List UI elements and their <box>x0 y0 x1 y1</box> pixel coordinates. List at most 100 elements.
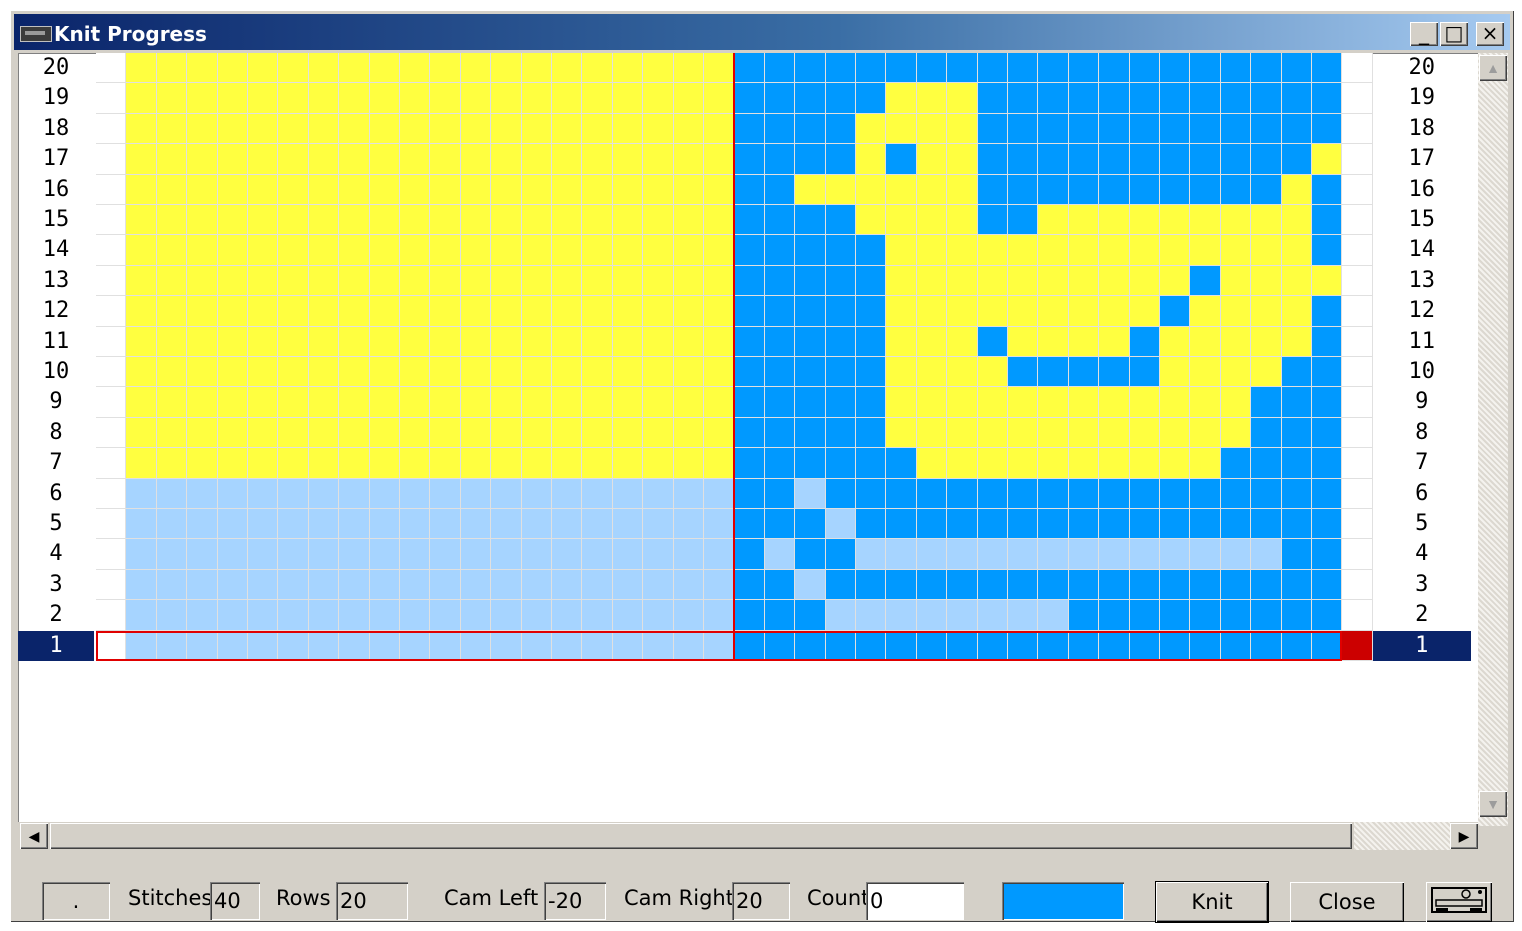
stitch-cell[interactable] <box>217 205 248 236</box>
stitch-cell[interactable] <box>582 265 613 297</box>
pattern-cell[interactable] <box>1190 509 1221 540</box>
stitch-cell[interactable] <box>339 417 370 449</box>
stitch-cell[interactable] <box>308 144 340 175</box>
pattern-cell[interactable] <box>825 357 856 388</box>
stitch-cell[interactable] <box>339 478 370 509</box>
pattern-cell[interactable] <box>764 235 796 266</box>
pattern-cell[interactable] <box>795 509 826 540</box>
pattern-cell[interactable] <box>1038 265 1069 297</box>
pattern-cell[interactable] <box>1220 569 1252 601</box>
pattern-cell[interactable] <box>977 113 1008 145</box>
scroll-up-arrow-icon[interactable]: ▲ <box>1479 55 1507 81</box>
pattern-cell[interactable] <box>1220 478 1252 509</box>
pattern-cell[interactable] <box>916 448 948 479</box>
pattern-cell[interactable] <box>1099 83 1130 114</box>
pattern-cell[interactable] <box>886 174 917 205</box>
pattern-cell[interactable] <box>886 265 917 297</box>
pattern-cell[interactable] <box>734 539 765 570</box>
stitch-cell[interactable] <box>217 387 248 418</box>
stitch-cell[interactable] <box>430 296 461 327</box>
stitch-cell[interactable] <box>582 235 613 266</box>
pattern-cell[interactable] <box>1129 113 1160 145</box>
stitch-cell[interactable] <box>126 144 157 175</box>
pattern-cell[interactable] <box>1038 448 1069 479</box>
pattern-cell[interactable] <box>977 83 1008 114</box>
pattern-cell[interactable] <box>856 235 887 266</box>
stitch-cell[interactable] <box>491 387 522 418</box>
stitch-cell[interactable] <box>400 265 431 297</box>
pattern-cell[interactable] <box>916 357 948 388</box>
pattern-cell[interactable] <box>856 83 887 114</box>
pattern-cell[interactable] <box>1068 53 1100 84</box>
stitch-cell[interactable] <box>156 83 188 114</box>
pattern-cell[interactable] <box>947 509 978 540</box>
stitch-cell[interactable] <box>521 174 552 205</box>
stitch-cell[interactable] <box>552 478 583 509</box>
pattern-cell[interactable] <box>1190 53 1221 84</box>
stitch-cell[interactable] <box>156 235 188 266</box>
pattern-cell[interactable] <box>886 569 917 601</box>
stitch-cell[interactable] <box>187 509 218 540</box>
pattern-cell[interactable] <box>1129 326 1160 357</box>
pattern-cell[interactable] <box>825 539 856 570</box>
stitch-cell[interactable] <box>430 265 461 297</box>
stitch-cell[interactable] <box>248 417 279 449</box>
stitch-cell[interactable] <box>156 174 188 205</box>
stitch-cell[interactable] <box>643 387 674 418</box>
stitch-cell[interactable] <box>217 417 248 449</box>
pattern-cell[interactable] <box>886 113 917 145</box>
stitch-cell[interactable] <box>400 326 431 357</box>
pattern-cell[interactable] <box>1129 509 1160 540</box>
stitch-cell[interactable] <box>612 478 644 509</box>
stitch-cell[interactable] <box>704 387 735 418</box>
stitch-cell[interactable] <box>430 509 461 540</box>
pattern-cell[interactable] <box>916 113 948 145</box>
stitch-cell[interactable] <box>308 83 340 114</box>
stitch-cell[interactable] <box>491 509 522 540</box>
stitch-cell[interactable] <box>278 83 309 114</box>
pattern-cell[interactable] <box>1220 326 1252 357</box>
stitch-cell[interactable] <box>673 509 704 540</box>
pattern-cell[interactable] <box>734 448 765 479</box>
pattern-cell[interactable] <box>1220 235 1252 266</box>
pattern-cell[interactable] <box>825 478 856 509</box>
knit-button[interactable]: Knit <box>1155 881 1269 923</box>
stitch-cell[interactable] <box>612 569 644 601</box>
stitch-cell[interactable] <box>187 600 218 631</box>
pattern-cell[interactable] <box>1008 539 1039 570</box>
stitch-cell[interactable] <box>156 205 188 236</box>
horizontal-scroll-track[interactable] <box>1354 822 1450 850</box>
stitch-cell[interactable] <box>612 600 644 631</box>
pattern-cell[interactable] <box>1220 448 1252 479</box>
pattern-cell[interactable] <box>886 235 917 266</box>
horizontal-scroll-thumb[interactable] <box>50 823 1352 849</box>
pattern-cell[interactable] <box>1068 478 1100 509</box>
pattern-cell[interactable] <box>977 448 1008 479</box>
pattern-cell[interactable] <box>1190 478 1221 509</box>
pattern-cell[interactable] <box>1099 326 1130 357</box>
stitch-cell[interactable] <box>460 600 492 631</box>
pattern-cell[interactable] <box>1160 569 1191 601</box>
stitch-cell[interactable] <box>248 205 279 236</box>
pattern-cell[interactable] <box>1038 235 1069 266</box>
pattern-cell[interactable] <box>1220 144 1252 175</box>
pattern-cell[interactable] <box>1281 600 1312 631</box>
pattern-cell[interactable] <box>916 53 948 84</box>
stitch-cell[interactable] <box>491 113 522 145</box>
stitch-cell[interactable] <box>126 174 157 205</box>
stitch-cell[interactable] <box>187 478 218 509</box>
stitch-cell[interactable] <box>643 83 674 114</box>
pattern-cell[interactable] <box>1312 265 1343 297</box>
pattern-cell[interactable] <box>1099 53 1130 84</box>
stitch-cell[interactable] <box>673 448 704 479</box>
stitch-cell[interactable] <box>491 600 522 631</box>
stitch-cell[interactable] <box>491 205 522 236</box>
pattern-cell[interactable] <box>1068 569 1100 601</box>
stitch-cell[interactable] <box>612 205 644 236</box>
stitch-cell[interactable] <box>156 53 188 84</box>
pattern-cell[interactable] <box>1038 113 1069 145</box>
stitch-cell[interactable] <box>248 174 279 205</box>
scroll-right-arrow-icon[interactable]: ▶ <box>1450 823 1478 849</box>
pattern-cell[interactable] <box>1190 569 1221 601</box>
stitch-cell[interactable] <box>582 144 613 175</box>
